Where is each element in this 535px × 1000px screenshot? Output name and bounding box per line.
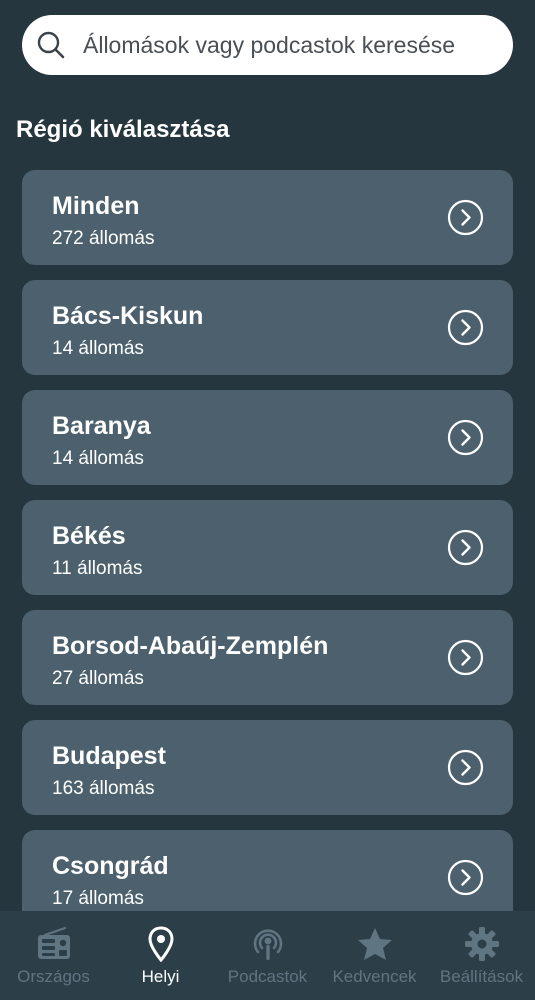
radio-icon xyxy=(34,925,74,963)
chevron-right-icon xyxy=(447,199,484,236)
tab-orszagos[interactable]: Országos xyxy=(0,911,107,1000)
region-name: Budapest xyxy=(52,742,166,770)
region-name: Békés xyxy=(52,522,126,550)
tab-label: Beállítások xyxy=(439,967,524,986)
region-station-count: 11 állomás xyxy=(52,558,143,579)
tab-beallitasok[interactable]: Beállítások xyxy=(428,911,535,1000)
tab-kedvencek[interactable]: Kedvencek xyxy=(321,911,428,1000)
gear-icon xyxy=(462,925,502,963)
bottom-tab-bar: Országos Helyi Podcastok Kedvencek Beáll… xyxy=(0,911,535,1000)
region-station-count: 17 állomás xyxy=(52,888,144,909)
region-name: Borsod-Abaúj-Zemplén xyxy=(52,632,329,660)
region-item-baranya[interactable]: Baranya 14 állomás xyxy=(22,390,513,485)
region-name: Baranya xyxy=(52,412,151,440)
region-name: Minden xyxy=(52,192,140,220)
region-item-bacs-kiskun[interactable]: Bács-Kiskun 14 állomás xyxy=(22,280,513,375)
region-station-count: 272 állomás xyxy=(52,228,155,249)
star-icon xyxy=(355,925,395,963)
search-placeholder: Állomások vagy podcastok keresése xyxy=(83,31,456,58)
region-station-count: 163 állomás xyxy=(52,778,155,799)
chevron-right-icon xyxy=(447,309,484,346)
region-station-count: 14 állomás xyxy=(52,448,144,469)
region-name: Bács-Kiskun xyxy=(52,302,204,330)
region-list: Minden 272 állomás Bács-Kiskun 14 állomá… xyxy=(22,170,513,940)
tab-helyi[interactable]: Helyi xyxy=(107,911,214,1000)
region-item-minden[interactable]: Minden 272 állomás xyxy=(22,170,513,265)
tab-label: Helyi xyxy=(141,967,180,986)
podcast-icon xyxy=(248,925,288,963)
screen: Állomások vagy podcastok keresése Régió … xyxy=(0,0,535,1000)
region-station-count: 27 állomás xyxy=(52,668,144,689)
chevron-right-icon xyxy=(447,419,484,456)
region-item-budapest[interactable]: Budapest 163 állomás xyxy=(22,720,513,815)
tab-label: Kedvencek xyxy=(332,967,417,986)
tab-podcastok[interactable]: Podcastok xyxy=(214,911,321,1000)
tab-label: Országos xyxy=(17,967,90,986)
chevron-right-icon xyxy=(447,859,484,896)
region-item-borsod-abauj-zemplen[interactable]: Borsod-Abaúj-Zemplén 27 állomás xyxy=(22,610,513,705)
location-pin-icon xyxy=(141,925,181,963)
region-item-bekes[interactable]: Békés 11 állomás xyxy=(22,500,513,595)
chevron-right-icon xyxy=(447,639,484,676)
tab-label: Podcastok xyxy=(227,967,308,986)
section-title: Régió kiválasztása xyxy=(16,116,230,143)
chevron-right-icon xyxy=(447,529,484,566)
chevron-right-icon xyxy=(447,749,484,786)
search-input[interactable]: Állomások vagy podcastok keresése xyxy=(22,15,513,75)
search-icon xyxy=(36,30,66,60)
region-name: Csongrád xyxy=(52,852,169,880)
region-station-count: 14 állomás xyxy=(52,338,144,359)
